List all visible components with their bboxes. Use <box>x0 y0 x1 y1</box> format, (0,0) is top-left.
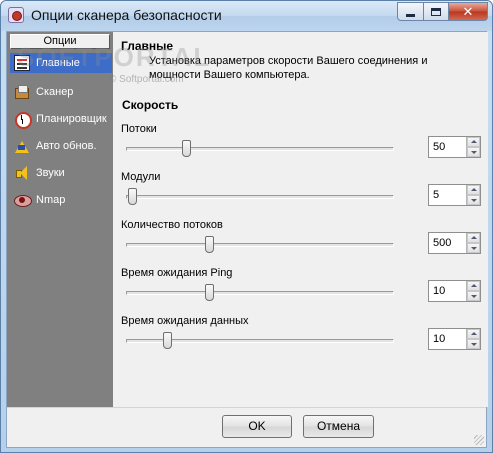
slider-thumb[interactable] <box>181 140 191 157</box>
security-scanner-options-window: Опции сканера безопасности ✕ Опции Главн… <box>0 0 493 453</box>
thread-count-spinbox[interactable]: 500 <box>428 232 481 254</box>
close-icon: ✕ <box>462 3 474 19</box>
page-description: Установка параметров скорости Вашего сое… <box>149 55 428 81</box>
close-button[interactable]: ✕ <box>448 2 488 21</box>
scanner-icon <box>14 84 30 100</box>
spin-value[interactable]: 10 <box>433 285 445 297</box>
dialog-client-area: Опции Главные Сканер Планировщик Авто об… <box>6 31 488 448</box>
spin-value[interactable]: 50 <box>433 141 445 153</box>
sidebar-item-label: Сканер <box>36 86 74 98</box>
page-title: Главные <box>121 39 174 53</box>
spin-buttons <box>466 137 480 157</box>
sidebar-item-sounds[interactable]: Звуки <box>10 163 112 183</box>
sidebar-item-label: Звуки <box>36 167 65 179</box>
spin-up-icon[interactable] <box>467 137 480 147</box>
window-title: Опции сканера безопасности <box>31 7 222 23</box>
minimize-icon <box>406 14 415 17</box>
spin-buttons <box>466 281 480 301</box>
ok-button[interactable]: OK <box>222 415 292 438</box>
spin-down-icon[interactable] <box>467 147 480 157</box>
data-timeout-label: Время ожидания данных <box>121 315 249 327</box>
maximize-button[interactable] <box>423 2 449 21</box>
threads-spinbox[interactable]: 50 <box>428 136 481 158</box>
thread-count-label: Количество потоков <box>121 219 223 231</box>
modules-slider[interactable] <box>126 188 394 205</box>
sidebar-item-scheduler[interactable]: Планировщик <box>10 109 112 129</box>
spin-buttons <box>466 329 480 349</box>
nmap-eye-icon <box>14 192 32 208</box>
spin-up-icon[interactable] <box>467 329 480 339</box>
sidebar-header: Опции <box>10 34 110 49</box>
threads-slider[interactable] <box>126 140 394 157</box>
data-timeout-spinbox[interactable]: 10 <box>428 328 481 350</box>
spin-up-icon[interactable] <box>467 281 480 291</box>
spin-down-icon[interactable] <box>467 339 480 349</box>
sidebar-item-scanner[interactable]: Сканер <box>10 82 112 102</box>
scheduler-clock-icon <box>14 111 32 129</box>
sidebar-item-nmap[interactable]: Nmap <box>10 190 112 210</box>
slider-thumb[interactable] <box>205 236 215 253</box>
watermark-caption: © Softportal.com <box>109 74 184 85</box>
ping-timeout-slider[interactable] <box>126 284 394 301</box>
spin-down-icon[interactable] <box>467 243 480 253</box>
maximize-icon <box>431 7 441 16</box>
slider-thumb[interactable] <box>162 332 172 349</box>
cancel-button[interactable]: Отмена <box>303 415 374 438</box>
spin-up-icon[interactable] <box>467 233 480 243</box>
sidebar-item-label: Nmap <box>36 194 66 206</box>
spin-buttons <box>466 233 480 253</box>
modules-spinbox[interactable]: 5 <box>428 184 481 206</box>
main-settings-icon <box>14 55 30 71</box>
options-content-panel: Главные Установка параметров скорости Ва… <box>113 32 488 407</box>
sound-icon <box>14 165 30 181</box>
spin-buttons <box>466 185 480 205</box>
spin-value[interactable]: 10 <box>433 333 445 345</box>
sidebar-item-label: Планировщик <box>36 113 107 125</box>
modules-label: Модули <box>121 171 161 183</box>
spin-value[interactable]: 500 <box>433 237 451 249</box>
threads-label: Потоки <box>121 123 157 135</box>
sidebar-item-main[interactable]: Главные <box>10 53 112 73</box>
section-title-speed: Скорость <box>122 98 179 112</box>
title-bar[interactable]: Опции сканера безопасности ✕ <box>1 1 492 31</box>
spin-down-icon[interactable] <box>467 291 480 301</box>
auto-update-icon <box>14 138 30 154</box>
sidebar-item-label: Авто обнов. <box>36 140 97 152</box>
slider-thumb[interactable] <box>205 284 215 301</box>
ping-timeout-spinbox[interactable]: 10 <box>428 280 481 302</box>
spin-down-icon[interactable] <box>467 195 480 205</box>
data-timeout-slider[interactable] <box>126 332 394 349</box>
dialog-button-bar: OK Отмена <box>7 407 486 447</box>
minimize-button[interactable] <box>397 2 424 21</box>
spin-up-icon[interactable] <box>467 185 480 195</box>
resize-grip-icon[interactable] <box>474 435 484 445</box>
spin-value[interactable]: 5 <box>433 189 439 201</box>
options-sidebar: Опции Главные Сканер Планировщик Авто об… <box>7 32 113 407</box>
app-shield-icon <box>8 7 24 23</box>
thread-count-slider[interactable] <box>126 236 394 253</box>
slider-thumb[interactable] <box>128 188 138 205</box>
sidebar-item-label: Главные <box>36 57 80 69</box>
ping-timeout-label: Время ожидания Ping <box>121 267 233 279</box>
sidebar-item-auto-update[interactable]: Авто обнов. <box>10 136 112 156</box>
